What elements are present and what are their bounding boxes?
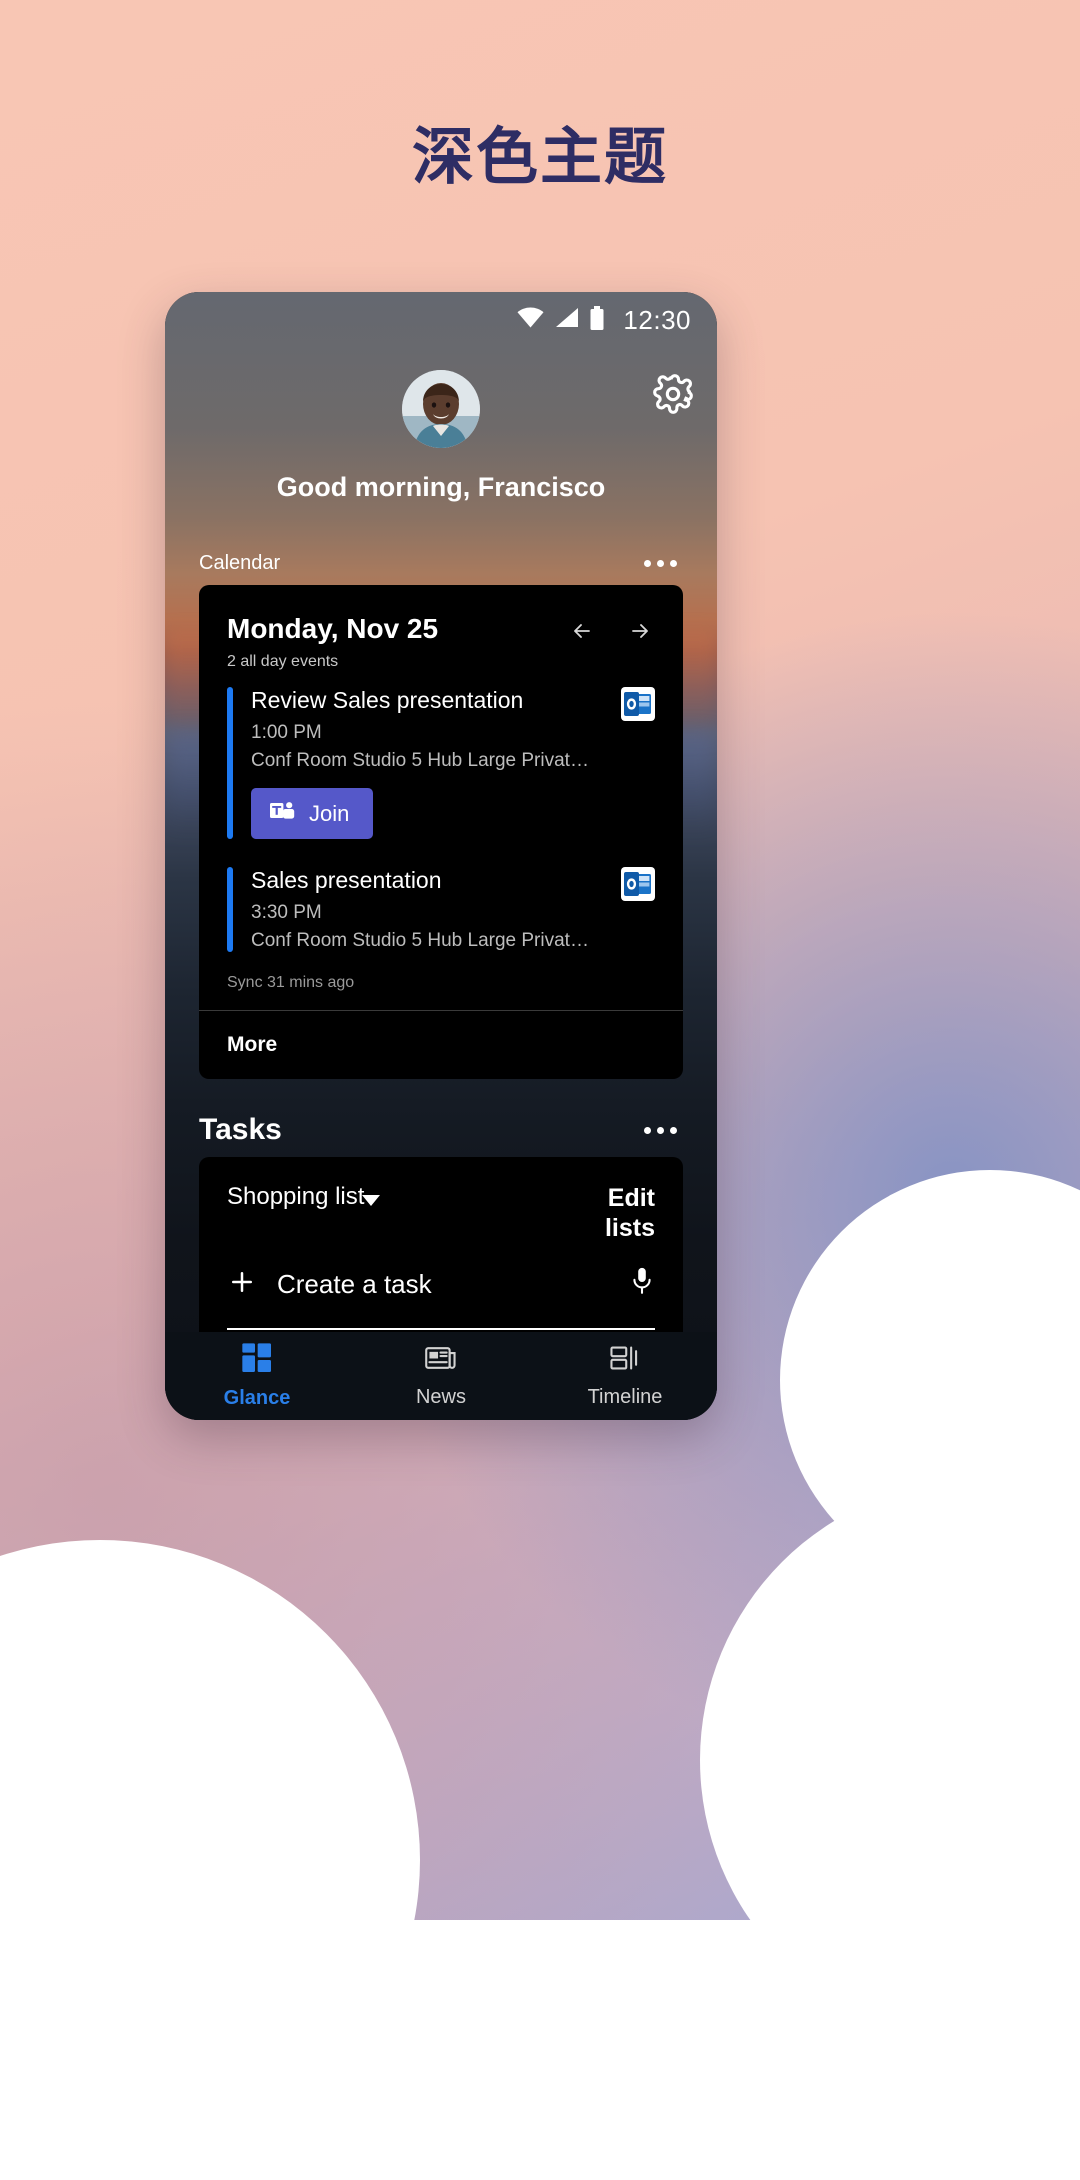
phone-mockup: 12:30 Good morning, Francisco Calendar M… [165,292,717,1420]
calendar-section-header: Calendar [165,528,717,585]
create-task-row[interactable]: Create a task [199,1243,683,1314]
edit-lists-button[interactable]: Edit lists [563,1183,655,1243]
nav-item-glance[interactable]: Glance [165,1342,349,1410]
more-options-icon[interactable] [638,554,683,573]
status-bar-clock: 12:30 [623,304,691,335]
event-accent-bar [227,687,233,839]
more-options-icon[interactable] [638,1121,683,1140]
glance-grid-icon [241,1342,273,1379]
timeline-icon [609,1343,641,1378]
task-list-name: Shopping list [227,1183,365,1210]
greeting-text: Good morning, Francisco [276,472,606,502]
tasks-section-label: Tasks [199,1113,282,1146]
nav-item-timeline[interactable]: Timeline [533,1343,717,1409]
event-title: Review Sales presentation [251,687,524,713]
event-title: Sales presentation [251,867,442,893]
join-button[interactable]: Join [251,788,374,839]
create-task-input[interactable]: Create a task [277,1269,609,1300]
chevron-down-icon [362,1194,381,1206]
sync-status: Sync 31 mins ago [227,974,355,991]
calendar-card[interactable]: Monday, Nov 25 2 all day events Review S… [199,585,683,1079]
nav-label-glance: Glance [223,1387,291,1409]
status-bar: 12:30 [165,292,717,348]
all-day-events-count: 2 all day events [227,653,339,670]
glance-scroll-body[interactable]: Calendar Monday, Nov 25 2 all day events [165,528,717,1332]
tasks-card[interactable]: Shopping list Edit lists Create a task [199,1157,683,1332]
microphone-icon[interactable] [629,1265,655,1304]
cellular-signal-icon [554,307,579,333]
calendar-card-header: Monday, Nov 25 2 all day events [199,585,683,677]
outlook-icon [621,867,655,901]
nav-label-timeline: Timeline [587,1386,663,1408]
calendar-date: Monday, Nov 25 [227,613,439,644]
join-button-label: Join [309,800,350,826]
arrow-left-icon[interactable] [567,619,597,649]
nav-item-news[interactable]: News [349,1343,533,1409]
outlook-icon [621,687,655,721]
bottom-navigation[interactable]: Glance News Timeline [165,1332,717,1420]
task-list-selector[interactable]: Shopping list [227,1183,381,1211]
event-location: Conf Room Studio 5 Hub Large Privat… [251,930,589,951]
calendar-event-row[interactable]: Sales presentation 3:30 PM Conf Room Stu… [199,845,683,958]
plus-icon [227,1267,257,1303]
event-time: 1:00 PM [251,722,322,743]
event-accent-bar [227,867,233,952]
more-button[interactable]: More [199,1011,683,1079]
teams-icon [269,800,295,827]
nav-label-news: News [415,1386,466,1408]
gear-icon[interactable] [651,372,695,416]
event-location: Conf Room Studio 5 Hub Large Privat… [251,750,589,771]
arrow-right-icon[interactable] [625,619,655,649]
avatar[interactable] [402,370,480,448]
calendar-event-row[interactable]: Review Sales presentation 1:00 PM Conf R… [199,677,683,845]
battery-icon [589,305,605,335]
page-title: 深色主题 [411,120,668,193]
news-icon [425,1343,457,1378]
tasks-card-header: Shopping list Edit lists [199,1157,683,1243]
wifi-icon [517,307,544,333]
tasks-section-header: Tasks [165,1079,717,1157]
calendar-section-label: Calendar [199,552,281,574]
event-time: 3:30 PM [251,902,322,923]
